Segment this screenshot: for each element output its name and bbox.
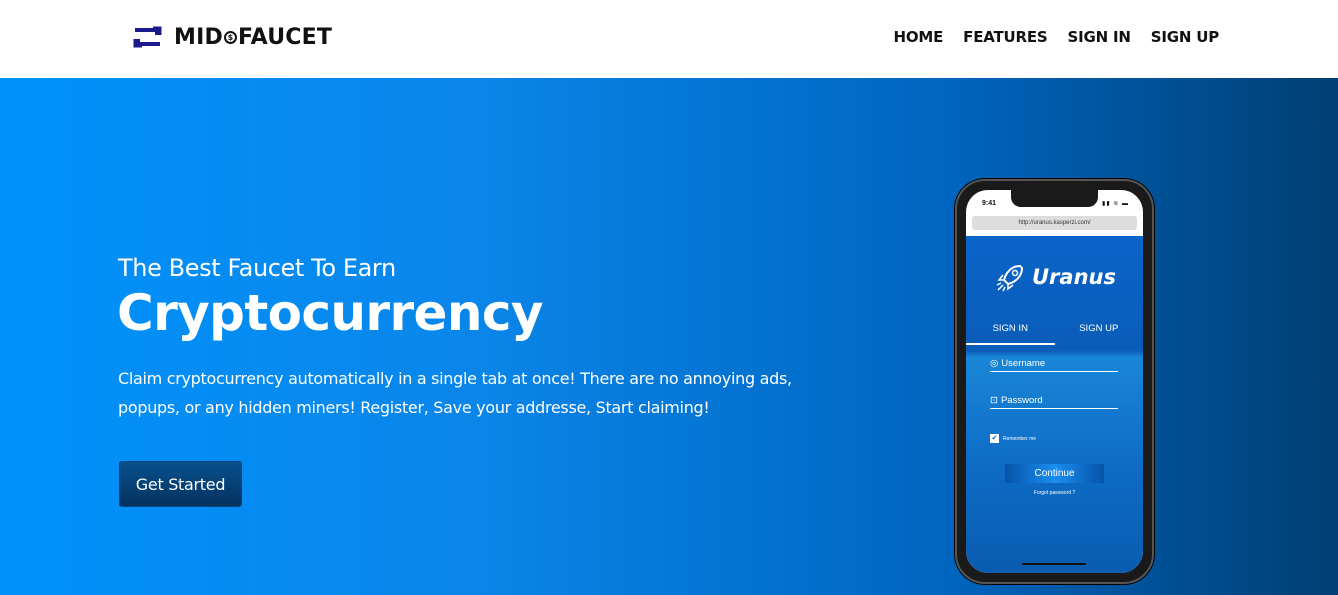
site-name-part2: FAUCET [237, 24, 333, 50]
phone-screen: 9:41 ▮▮ ≋ ▬ http://uranus.kasperzi.com/ … [966, 190, 1143, 573]
site-name-part1: MID [174, 24, 223, 50]
get-started-button[interactable]: Get Started [119, 461, 242, 507]
nav-sign-up[interactable]: SIGN UP [1151, 28, 1219, 46]
exchange-arrows-icon [133, 26, 162, 48]
username-placeholder: Username [1001, 358, 1046, 369]
rocket-icon [996, 264, 1024, 292]
continue-button: Continue [1005, 464, 1104, 483]
nav-features[interactable]: FEATURES [963, 28, 1048, 46]
nav-sign-in[interactable]: SIGN IN [1068, 28, 1131, 46]
lock-icon: ⊡ [990, 395, 998, 406]
checkbox-checked-icon: ✔ [990, 434, 999, 443]
app-login-screen: Uranus SIGN IN SIGN UP ◎ Username ⊡ Pass… [966, 236, 1143, 573]
top-navbar: MID $ FAUCET HOME FEATURES SIGN IN SIGN … [0, 0, 1338, 78]
hero-title: Cryptocurrency [117, 284, 543, 342]
main-nav: HOME FEATURES SIGN IN SIGN UP [893, 28, 1219, 46]
tab-sign-in: SIGN IN [966, 321, 1055, 345]
forgot-password-link: Forgot password ? [1033, 490, 1076, 496]
app-tabs: SIGN IN SIGN UP [966, 321, 1143, 345]
status-icons: ▮▮ ≋ ▬ [1102, 201, 1129, 207]
app-name: Uranus [1032, 265, 1116, 289]
hero-section: The Best Faucet To Earn Cryptocurrency C… [0, 78, 1338, 595]
hero-subtitle: The Best Faucet To Earn [118, 254, 396, 282]
app-logo: Uranus [994, 260, 1116, 294]
site-logo[interactable]: MID $ FAUCET [131, 23, 332, 51]
password-field: ⊡ Password [990, 395, 1118, 409]
hero-description: Claim cryptocurrency automatically in a … [118, 369, 792, 417]
password-placeholder: Password [1000, 395, 1043, 406]
nav-home[interactable]: HOME [893, 28, 943, 46]
status-time: 9:41 [982, 200, 997, 207]
coin-icon: $ [223, 30, 237, 44]
home-indicator [1022, 563, 1086, 565]
user-icon: ◎ [990, 358, 999, 369]
username-field: ◎ Username [990, 358, 1118, 372]
phone-notch [1011, 190, 1098, 207]
tab-sign-up: SIGN UP [1079, 323, 1119, 334]
remember-me-row: ✔ Remember me [990, 434, 1036, 443]
site-name: MID $ FAUCET [174, 25, 332, 50]
phone-mockup: 9:41 ▮▮ ≋ ▬ http://uranus.kasperzi.com/ … [955, 179, 1154, 584]
remember-label: Remember me [1003, 435, 1037, 442]
browser-url-bar: http://uranus.kasperzi.com/ [972, 216, 1137, 230]
